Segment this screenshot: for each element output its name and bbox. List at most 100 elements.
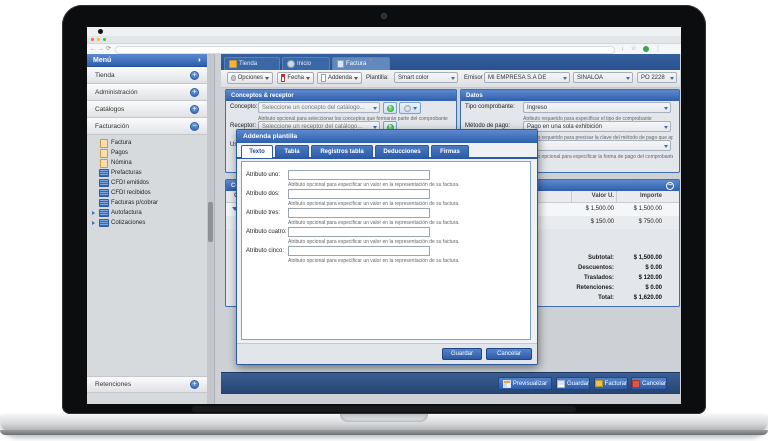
section-label: Catálogos	[95, 106, 124, 113]
invoice-page-icon	[100, 149, 108, 158]
concepto-options-button[interactable]	[399, 102, 421, 114]
chevron-down-icon	[265, 77, 269, 80]
facturar-button[interactable]: Facturar	[594, 377, 628, 390]
back-icon[interactable]	[90, 45, 96, 53]
expand-icon[interactable]: +	[190, 380, 199, 389]
stack-icon	[99, 179, 109, 187]
estado-select[interactable]: SINALOA	[573, 72, 633, 83]
sidebar-item-facturas-pcobrar[interactable]: Facturas p/cobrar	[87, 198, 207, 208]
atributo-dos-input[interactable]	[288, 189, 430, 199]
sidebar-section-administracion[interactable]: Administración +	[87, 84, 207, 101]
reload-icon[interactable]	[106, 45, 111, 53]
expand-icon[interactable]: +	[190, 105, 199, 114]
plantilla-select[interactable]: Smart color	[394, 72, 458, 83]
chevron-down-icon	[354, 77, 358, 80]
bookmark-star-icon[interactable]	[631, 45, 636, 53]
sidebar-item-cfdi-recibidos[interactable]: CFDI recibidos	[87, 188, 207, 198]
sidebar-item-cfdi-emitidos[interactable]: CFDI emitidos	[87, 178, 207, 188]
expand-arrow-icon[interactable]	[92, 211, 95, 215]
sidebar-item-autofactura[interactable]: Autofactura	[87, 208, 207, 218]
stamp-icon	[595, 380, 603, 387]
fecha-button[interactable]: Fecha	[277, 72, 314, 84]
forward-icon[interactable]	[98, 45, 104, 53]
addenda-plantilla-modal: Addenda plantilla Texto Tabla Registros …	[236, 129, 538, 365]
stack-icon	[99, 209, 109, 217]
expand-arrow-icon[interactable]	[92, 221, 95, 225]
laptop-screen: Menú Tienda + Administración + Catálogos…	[87, 27, 681, 404]
stack-icon	[99, 189, 109, 197]
scrollbar-thumb[interactable]	[208, 202, 213, 242]
modal-guardar-button[interactable]: Guardar	[442, 348, 482, 360]
concepto-select[interactable]: Seleccione un concepto del catálogo...	[258, 102, 380, 113]
traffic-zoom-icon[interactable]	[103, 38, 106, 41]
concepto-label: Concepto:	[230, 104, 257, 110]
expand-icon[interactable]: +	[190, 71, 199, 80]
modal-title: Addenda plantilla	[243, 133, 297, 140]
sidebar-item-cotizaciones[interactable]: Cotizaciones	[87, 218, 207, 228]
atributo-help: Atributo opcional para especificar un va…	[288, 182, 526, 188]
subtotal-value: $ 1,500.00	[572, 255, 662, 261]
browser-menu-icon[interactable]	[655, 45, 661, 53]
sidebar-item-nomina[interactable]: Nómina	[87, 158, 207, 168]
chevron-down-icon	[306, 77, 310, 80]
atributo-help: Atributo opcional para especificar un va…	[288, 239, 526, 245]
sidebar-scrollbar[interactable]	[207, 54, 215, 404]
previsualizar-button[interactable]: Previsualizar	[498, 377, 552, 390]
atributo-cuatro-input[interactable]	[288, 227, 430, 237]
url-input[interactable]	[115, 46, 615, 54]
laptop-camera-icon	[381, 13, 387, 19]
preview-grid-icon	[503, 380, 511, 388]
save-floppy-icon	[557, 380, 565, 388]
sidebar-item-prefacturas[interactable]: Prefacturas	[87, 168, 207, 178]
tab-close-icon[interactable]: ×	[369, 58, 372, 63]
modal-tabbar: Texto Tabla Registros tabla Deducciones …	[237, 143, 537, 158]
plantilla-label: Plantilla:	[366, 75, 389, 81]
sidebar-section-catalogos[interactable]: Catálogos +	[87, 101, 207, 118]
atributo-uno-input[interactable]	[288, 170, 430, 180]
atributo-tres-label: Atributo tres:	[246, 210, 280, 216]
atributo-cinco-label: Atributo cinco:	[246, 248, 284, 254]
opciones-button[interactable]: Opciones	[227, 72, 273, 84]
profile-avatar[interactable]	[643, 46, 649, 52]
atributo-cinco-input[interactable]	[288, 246, 430, 256]
expand-icon[interactable]: +	[190, 88, 199, 97]
collapse-icon[interactable]: −	[190, 122, 199, 131]
tab-tienda[interactable]: Tienda	[224, 57, 280, 70]
metodo-pago-select[interactable]: Pago en una sola exhibición	[523, 121, 671, 132]
invoice-page-icon	[100, 139, 108, 148]
traffic-minimize-icon[interactable]	[97, 38, 100, 41]
tab-factura[interactable]: Factura ×	[332, 57, 390, 70]
sidebar-header: Menú	[87, 54, 207, 67]
atributo-dos-label: Atributo dos:	[246, 191, 280, 197]
forma-pago-select[interactable]	[523, 140, 671, 151]
serie-select[interactable]: PO 2228	[637, 72, 677, 83]
cancelar-button[interactable]: Cancelar	[631, 377, 667, 390]
gear-icon	[231, 75, 236, 81]
tipo-comprobante-select[interactable]: Ingreso	[523, 102, 671, 113]
panel-header: Datos	[461, 90, 679, 101]
modal-titlebar[interactable]: Addenda plantilla	[237, 130, 537, 143]
collapse-all-icon[interactable]	[197, 57, 201, 64]
sidebar-section-tienda[interactable]: Tienda +	[87, 67, 207, 84]
app-tabbar: Tienda Inicio Factura ×	[221, 54, 680, 71]
guardar-button[interactable]: Guardar	[556, 377, 590, 390]
emisor-select[interactable]: MI EMPRESA S.A DE	[484, 72, 570, 83]
sidebar-section-facturacion[interactable]: Facturación −	[87, 118, 207, 135]
modal-tab-texto[interactable]: Texto	[241, 145, 273, 158]
atributo-tres-input[interactable]	[288, 208, 430, 218]
col-importe[interactable]: Importe	[572, 193, 662, 199]
modal-cancelar-button[interactable]: Cancelar	[486, 348, 532, 360]
sidebar-item-pagos[interactable]: Pagos	[87, 148, 207, 158]
sidebar-section-retenciones[interactable]: Retenciones +	[87, 376, 207, 393]
addenda-button[interactable]: Addenda	[317, 72, 362, 84]
add-concepto-button[interactable]	[383, 102, 397, 114]
traffic-close-icon[interactable]	[91, 38, 94, 41]
tab-inicio[interactable]: Inicio	[282, 57, 330, 70]
collapse-panel-icon[interactable]	[666, 182, 674, 190]
tab-favicon-icon	[98, 29, 103, 34]
download-icon[interactable]	[621, 45, 624, 53]
modal-footer: Guardar Cancelar	[237, 343, 537, 364]
laptop-base	[0, 414, 768, 435]
cell-importe: $ 1,500.00	[572, 206, 662, 212]
sidebar-item-factura[interactable]: Factura	[87, 138, 207, 148]
